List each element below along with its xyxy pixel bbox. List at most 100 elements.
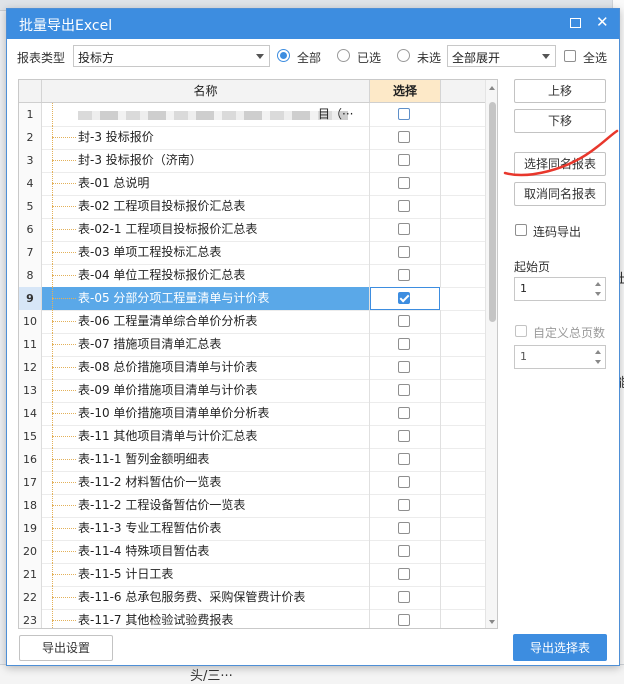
table-row[interactable]: 21 表-11-5 计日工表 [19,563,485,587]
row-checkbox[interactable] [398,522,410,534]
row-checkbox[interactable] [398,361,410,373]
table-row[interactable]: 22 表-11-6 总承包服务费、采购保管费计价表 [19,586,485,610]
row-checkbox[interactable] [398,131,410,143]
table-row[interactable]: 20 表-11-4 特殊项目暂估表 [19,540,485,564]
table-row[interactable]: 12 表-08 总价措施项目清单与计价表 [19,356,485,380]
row-checkbox[interactable] [398,476,410,488]
table-row[interactable]: 17 表-11-2 材料暂估价一览表 [19,471,485,495]
row-name-cell[interactable]: 表-11-1 暂列金额明细表 [42,448,370,471]
export-selected-button[interactable]: 导出选择表 [513,634,607,661]
row-name-cell[interactable]: 表-04 单位工程投标报价汇总表 [42,264,370,287]
row-checkbox[interactable] [398,499,410,511]
row-checkbox[interactable] [398,407,410,419]
table-row[interactable]: 2 封-3 投标报价 [19,126,485,150]
table-row[interactable]: 19 表-11-3 专业工程暂估价表 [19,517,485,541]
row-name-cell[interactable]: 表-11-4 特殊项目暂估表 [42,540,370,563]
scroll-thumb[interactable] [489,102,496,322]
row-number: 10 [19,310,42,333]
scroll-up-icon[interactable] [489,86,495,90]
row-checkbox[interactable] [398,223,410,235]
row-checkbox[interactable] [398,591,410,603]
row-name-cell[interactable]: 表-09 单价措施项目清单与计价表 [42,379,370,402]
start-page-stepper[interactable]: 1 [514,277,606,301]
radio-all[interactable] [277,49,290,62]
maximize-icon[interactable] [570,18,581,28]
custom-total-pages-value: 1 [520,350,527,363]
close-icon[interactable]: ✕ [596,13,609,31]
select-all-label: 全选 [583,51,608,65]
row-name-cell[interactable]: 表-11-6 总承包服务费、采购保管费计价表 [42,586,370,609]
row-checkbox[interactable] [398,108,410,120]
row-checkbox-checked[interactable] [398,292,410,304]
select-all-checkbox[interactable] [564,50,576,62]
custom-total-pages-stepper[interactable]: 1 [514,345,606,369]
row-checkbox[interactable] [398,269,410,281]
move-up-button[interactable]: 上移 [514,79,606,103]
table-row[interactable]: 5 表-02 工程项目投标报价汇总表 [19,195,485,219]
row-name-cell[interactable]: 封-3 投标报价（济南） [42,149,370,172]
row-name-cell[interactable]: 表-11-3 专业工程暂估价表 [42,517,370,540]
export-settings-button[interactable]: 导出设置 [19,635,113,661]
row-name-cell[interactable]: 表-05 分部分项工程量清单与计价表 [42,287,370,310]
table-row[interactable]: 8 表-04 单位工程投标报价汇总表 [19,264,485,288]
row-name-cell[interactable]: 表-02-1 工程项目投标报价汇总表 [42,218,370,241]
row-name-cell[interactable]: 表-06 工程量清单综合单价分析表 [42,310,370,333]
custom-total-pages-checkbox[interactable] [515,325,527,337]
row-name: 表-02-1 工程项目投标报价汇总表 [78,222,258,236]
row-checkbox[interactable] [398,453,410,465]
row-checkbox[interactable] [398,545,410,557]
row-checkbox[interactable] [398,177,410,189]
table-row[interactable]: 11 表-07 措施项目清单汇总表 [19,333,485,357]
row-name-cell[interactable]: 目（··· [42,103,370,126]
table-row[interactable]: 4 表-01 总说明 [19,172,485,196]
report-type-select[interactable]: 投标方 [73,45,270,67]
table-row[interactable]: 3 封-3 投标报价（济南） [19,149,485,173]
dialog-titlebar[interactable]: 批量导出Excel ✕ [7,9,619,39]
table-row[interactable]: 14 表-10 单价措施项目清单单价分析表 [19,402,485,426]
row-checkbox[interactable] [398,338,410,350]
stepper-down-icon[interactable] [595,292,601,296]
row-name-cell[interactable]: 表-01 总说明 [42,172,370,195]
table-row[interactable]: 23 表-11-7 其他检验试验费报表 [19,609,485,628]
row-name-cell[interactable]: 表-08 总价措施项目清单与计价表 [42,356,370,379]
scroll-down-icon[interactable] [489,620,495,624]
table-row[interactable]: 6 表-02-1 工程项目投标报价汇总表 [19,218,485,242]
row-checkbox[interactable] [398,315,410,327]
radio-selected[interactable] [337,49,350,62]
row-name-cell[interactable]: 表-11-2 工程设备暂估价一览表 [42,494,370,517]
row-number: 2 [19,126,42,149]
row-name-cell[interactable]: 表-10 单价措施项目清单单价分析表 [42,402,370,425]
stepper-down-icon[interactable] [595,360,601,364]
row-name-cell[interactable]: 封-3 投标报价 [42,126,370,149]
row-checkbox[interactable] [398,200,410,212]
row-name-cell[interactable]: 表-02 工程项目投标报价汇总表 [42,195,370,218]
stepper-up-icon[interactable] [595,282,601,286]
header-row-number [19,80,42,102]
row-checkbox[interactable] [398,384,410,396]
table-row[interactable]: 9 表-05 分部分项工程量清单与计价表 [19,287,485,311]
expand-level-select[interactable]: 全部展开 [447,45,556,67]
table-row[interactable]: 1 目（··· [19,103,485,127]
row-name-cell[interactable]: 表-11-5 计日工表 [42,563,370,586]
row-name-cell[interactable]: 表-07 措施项目清单汇总表 [42,333,370,356]
continuous-export-checkbox[interactable] [515,224,527,236]
table-row[interactable]: 18 表-11-2 工程设备暂估价一览表 [19,494,485,518]
row-checkbox[interactable] [398,568,410,580]
table-row[interactable]: 15 表-11 其他项目清单与计价汇总表 [19,425,485,449]
table-row[interactable]: 10 表-06 工程量清单综合单价分析表 [19,310,485,334]
row-name-cell[interactable]: 表-03 单项工程投标汇总表 [42,241,370,264]
row-name-cell[interactable]: 表-11-7 其他检验试验费报表 [42,609,370,628]
table-row[interactable]: 16 表-11-1 暂列金额明细表 [19,448,485,472]
radio-unselected[interactable] [397,49,410,62]
row-checkbox[interactable] [398,614,410,626]
tree-line [52,609,54,628]
stepper-up-icon[interactable] [595,350,601,354]
table-row[interactable]: 13 表-09 单价措施项目清单与计价表 [19,379,485,403]
row-checkbox[interactable] [398,430,410,442]
row-checkbox[interactable] [398,154,410,166]
table-row[interactable]: 7 表-03 单项工程投标汇总表 [19,241,485,265]
chevron-down-icon [256,54,264,59]
row-name-cell[interactable]: 表-11 其他项目清单与计价汇总表 [42,425,370,448]
row-name-cell[interactable]: 表-11-2 材料暂估价一览表 [42,471,370,494]
row-checkbox[interactable] [398,246,410,258]
